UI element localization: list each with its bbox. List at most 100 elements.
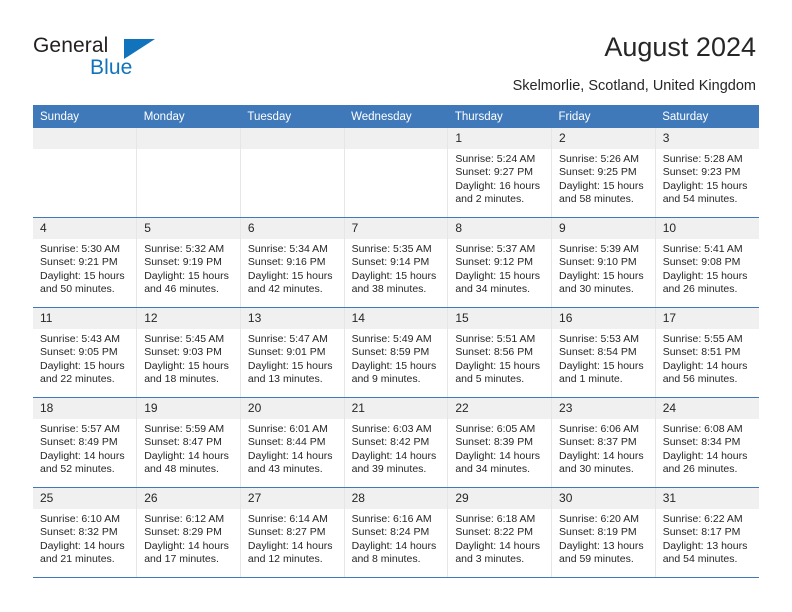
weekday-header-monday: Monday — [136, 105, 241, 128]
calendar-day-cell[interactable]: 30 Sunrise: 6:20 AM Sunset: 8:19 PM Dayligh… — [551, 487, 656, 578]
calendar-day-cell[interactable]: 26 Sunrise: 6:12 AM Sunset: 8:29 PM Dayligh… — [136, 487, 241, 578]
page-header: General Blue August 2024 Skelmorlie, Sco… — [0, 0, 792, 96]
calendar-day-cell[interactable]: 15 Sunrise: 5:51 AM Sunset: 8:56 PM Dayligh… — [447, 307, 553, 398]
calendar-day-cell[interactable]: 12 Sunrise: 5:45 AM Sunset: 9:03 PM Dayligh… — [136, 307, 241, 398]
sunset-text: Sunset: 9:05 PM — [40, 346, 118, 359]
calendar-day-cell[interactable]: 28 Sunrise: 6:16 AM Sunset: 8:24 PM Dayligh… — [344, 487, 449, 578]
calendar-day-cell[interactable]: 13 Sunrise: 5:47 AM Sunset: 9:01 PM Dayligh… — [240, 307, 345, 398]
day-number: 14 — [344, 308, 448, 329]
sunrise-text: Sunrise: 5:47 AM — [247, 333, 328, 345]
day-number: 24 — [655, 398, 759, 419]
sunset-text: Sunset: 8:37 PM — [559, 436, 637, 449]
calendar-day-cell-empty — [136, 128, 241, 218]
day-details: Sunrise: 5:26 AM Sunset: 9:25 PM Daylight:… — [552, 149, 655, 207]
sunrise-text: Sunrise: 5:43 AM — [40, 333, 120, 345]
day-number: 22 — [448, 398, 552, 419]
calendar-day-cell[interactable]: 10 Sunrise: 5:41 AM Sunset: 9:08 PM Dayligh… — [655, 217, 759, 308]
calendar-day-cell[interactable]: 27 Sunrise: 6:14 AM Sunset: 8:27 PM Dayligh… — [240, 487, 345, 578]
sunset-text: Sunset: 9:16 PM — [247, 256, 326, 269]
sunset-text: Sunset: 9:21 PM — [40, 256, 118, 269]
day-details: Sunrise: 5:53 AM Sunset: 8:54 PM Daylight:… — [552, 329, 655, 387]
daylight-text-line1: Daylight: 15 hours — [351, 269, 437, 282]
calendar-day-cell-empty — [240, 128, 345, 218]
brand-logo[interactable]: General Blue — [33, 34, 213, 86]
calendar-day-cell[interactable]: 29 Sunrise: 6:18 AM Sunset: 8:22 PM Dayligh… — [447, 487, 553, 578]
calendar-day-cell[interactable]: 11 Sunrise: 5:43 AM Sunset: 9:05 PM Dayligh… — [33, 307, 138, 398]
daylight-text-line1: Daylight: 15 hours — [351, 359, 437, 372]
daylight-text-line2: and 2 minutes. — [455, 193, 525, 206]
calendar-day-cell[interactable]: 16 Sunrise: 5:53 AM Sunset: 8:54 PM Dayligh… — [551, 307, 656, 398]
calendar-day-cell[interactable]: 17 Sunrise: 5:55 AM Sunset: 8:51 PM Dayligh… — [655, 307, 759, 398]
page-subtitle: Skelmorlie, Scotland, United Kingdom — [512, 78, 756, 94]
day-details: Sunrise: 6:05 AM Sunset: 8:39 PM Daylight:… — [448, 419, 551, 477]
sunset-text: Sunset: 8:32 PM — [40, 526, 118, 539]
sunset-text: Sunset: 9:03 PM — [144, 346, 222, 359]
sunrise-text: Sunrise: 5:37 AM — [455, 243, 536, 255]
calendar-day-cell[interactable]: 25 Sunrise: 6:10 AM Sunset: 8:32 PM Dayligh… — [33, 487, 138, 578]
daylight-text-line1: Daylight: 14 hours — [559, 449, 644, 462]
sunrise-text: Sunrise: 5:24 AM — [455, 153, 536, 165]
brand-name-general: General — [33, 34, 109, 57]
daylight-text-line1: Daylight: 16 hours — [455, 179, 540, 192]
day-details: Sunrise: 6:18 AM Sunset: 8:22 PM Daylight:… — [448, 509, 551, 567]
calendar-day-cell[interactable]: 21 Sunrise: 6:03 AM Sunset: 8:42 PM Dayligh… — [344, 397, 449, 488]
daylight-text-line1: Daylight: 15 hours — [559, 269, 644, 282]
sunrise-text: Sunrise: 5:45 AM — [144, 333, 225, 345]
calendar-day-cell[interactable]: 2 Sunrise: 5:26 AM Sunset: 9:25 PM Daylight… — [551, 128, 656, 218]
sunrise-text: Sunrise: 5:57 AM — [40, 423, 120, 435]
day-details: Sunrise: 6:20 AM Sunset: 8:19 PM Daylight:… — [552, 509, 655, 567]
calendar-day-cell[interactable]: 6 Sunrise: 5:34 AM Sunset: 9:16 PM Daylight… — [240, 217, 345, 308]
day-number: 23 — [552, 398, 655, 419]
calendar-day-cell[interactable]: 1 Sunrise: 5:24 AM Sunset: 9:27 PM Daylight… — [447, 128, 553, 218]
calendar-day-cell[interactable]: 19 Sunrise: 5:59 AM Sunset: 8:47 PM Dayligh… — [136, 397, 241, 488]
daylight-text-line1: Daylight: 15 hours — [662, 269, 748, 282]
day-details: Sunrise: 5:28 AM Sunset: 9:23 PM Daylight:… — [656, 149, 759, 207]
calendar-day-cell[interactable]: 4 Sunrise: 5:30 AM Sunset: 9:21 PM Daylight… — [33, 217, 138, 308]
calendar-weekday-header: Sunday Monday Tuesday Wednesday Thursday… — [33, 105, 759, 128]
daylight-text-line2: and 26 minutes. — [662, 463, 738, 476]
day-details: Sunrise: 5:39 AM Sunset: 9:10 PM Daylight:… — [552, 239, 655, 297]
daylight-text-line2: and 8 minutes. — [351, 553, 421, 566]
weekday-header-friday: Friday — [551, 105, 656, 128]
daylight-text-line2: and 56 minutes. — [662, 373, 738, 386]
daylight-text-line2: and 38 minutes. — [351, 283, 427, 296]
calendar-day-cell[interactable]: 31 Sunrise: 6:22 AM Sunset: 8:17 PM Dayligh… — [655, 487, 759, 578]
daylight-text-line1: Daylight: 15 hours — [559, 359, 644, 372]
calendar-day-cell[interactable]: 22 Sunrise: 6:05 AM Sunset: 8:39 PM Dayligh… — [447, 397, 553, 488]
calendar-day-cell[interactable]: 14 Sunrise: 5:49 AM Sunset: 8:59 PM Dayligh… — [344, 307, 449, 398]
day-details: Sunrise: 5:57 AM Sunset: 8:49 PM Daylight:… — [33, 419, 136, 477]
daylight-text-line1: Daylight: 14 hours — [455, 449, 540, 462]
calendar-day-cell[interactable]: 24 Sunrise: 6:08 AM Sunset: 8:34 PM Dayligh… — [655, 397, 759, 488]
calendar-day-cell[interactable]: 18 Sunrise: 5:57 AM Sunset: 8:49 PM Dayligh… — [33, 397, 138, 488]
sunset-text: Sunset: 9:10 PM — [559, 256, 637, 269]
daylight-text-line1: Daylight: 13 hours — [559, 539, 644, 552]
day-details: Sunrise: 5:43 AM Sunset: 9:05 PM Daylight:… — [33, 329, 136, 387]
sunrise-text: Sunrise: 6:16 AM — [351, 513, 432, 525]
day-details: Sunrise: 5:35 AM Sunset: 9:14 PM Daylight:… — [345, 239, 448, 297]
day-number: 3 — [655, 128, 759, 149]
daylight-text-line1: Daylight: 15 hours — [144, 269, 229, 282]
day-number: 5 — [137, 218, 240, 239]
day-number: 12 — [137, 308, 240, 329]
day-details: Sunrise: 5:30 AM Sunset: 9:21 PM Daylight:… — [33, 239, 136, 297]
sunset-text: Sunset: 8:54 PM — [559, 346, 637, 359]
sunrise-text: Sunrise: 6:18 AM — [455, 513, 536, 525]
day-number — [33, 128, 137, 149]
calendar-day-cell[interactable]: 9 Sunrise: 5:39 AM Sunset: 9:10 PM Daylight… — [551, 217, 656, 308]
daylight-text-line1: Daylight: 13 hours — [662, 539, 748, 552]
calendar-day-cell[interactable]: 20 Sunrise: 6:01 AM Sunset: 8:44 PM Dayligh… — [240, 397, 345, 488]
calendar-day-cell[interactable]: 7 Sunrise: 5:35 AM Sunset: 9:14 PM Daylight… — [344, 217, 449, 308]
daylight-text-line1: Daylight: 15 hours — [455, 359, 540, 372]
calendar-day-cell[interactable]: 5 Sunrise: 5:32 AM Sunset: 9:19 PM Daylight… — [136, 217, 241, 308]
sunset-text: Sunset: 9:27 PM — [455, 166, 533, 179]
sunset-text: Sunset: 8:49 PM — [40, 436, 118, 449]
sunrise-text: Sunrise: 5:30 AM — [40, 243, 120, 255]
calendar-week-row: 1 Sunrise: 5:24 AM Sunset: 9:27 PM Daylight… — [33, 128, 759, 218]
calendar-day-cell[interactable]: 23 Sunrise: 6:06 AM Sunset: 8:37 PM Dayligh… — [551, 397, 656, 488]
day-number: 19 — [137, 398, 240, 419]
daylight-text-line1: Daylight: 14 hours — [40, 449, 125, 462]
calendar-day-cell[interactable]: 3 Sunrise: 5:28 AM Sunset: 9:23 PM Daylight… — [655, 128, 759, 218]
calendar-day-cell[interactable]: 8 Sunrise: 5:37 AM Sunset: 9:12 PM Daylight… — [447, 217, 553, 308]
daylight-text-line2: and 39 minutes. — [351, 463, 427, 476]
calendar-page: General Blue August 2024 Skelmorlie, Sco… — [0, 0, 792, 612]
